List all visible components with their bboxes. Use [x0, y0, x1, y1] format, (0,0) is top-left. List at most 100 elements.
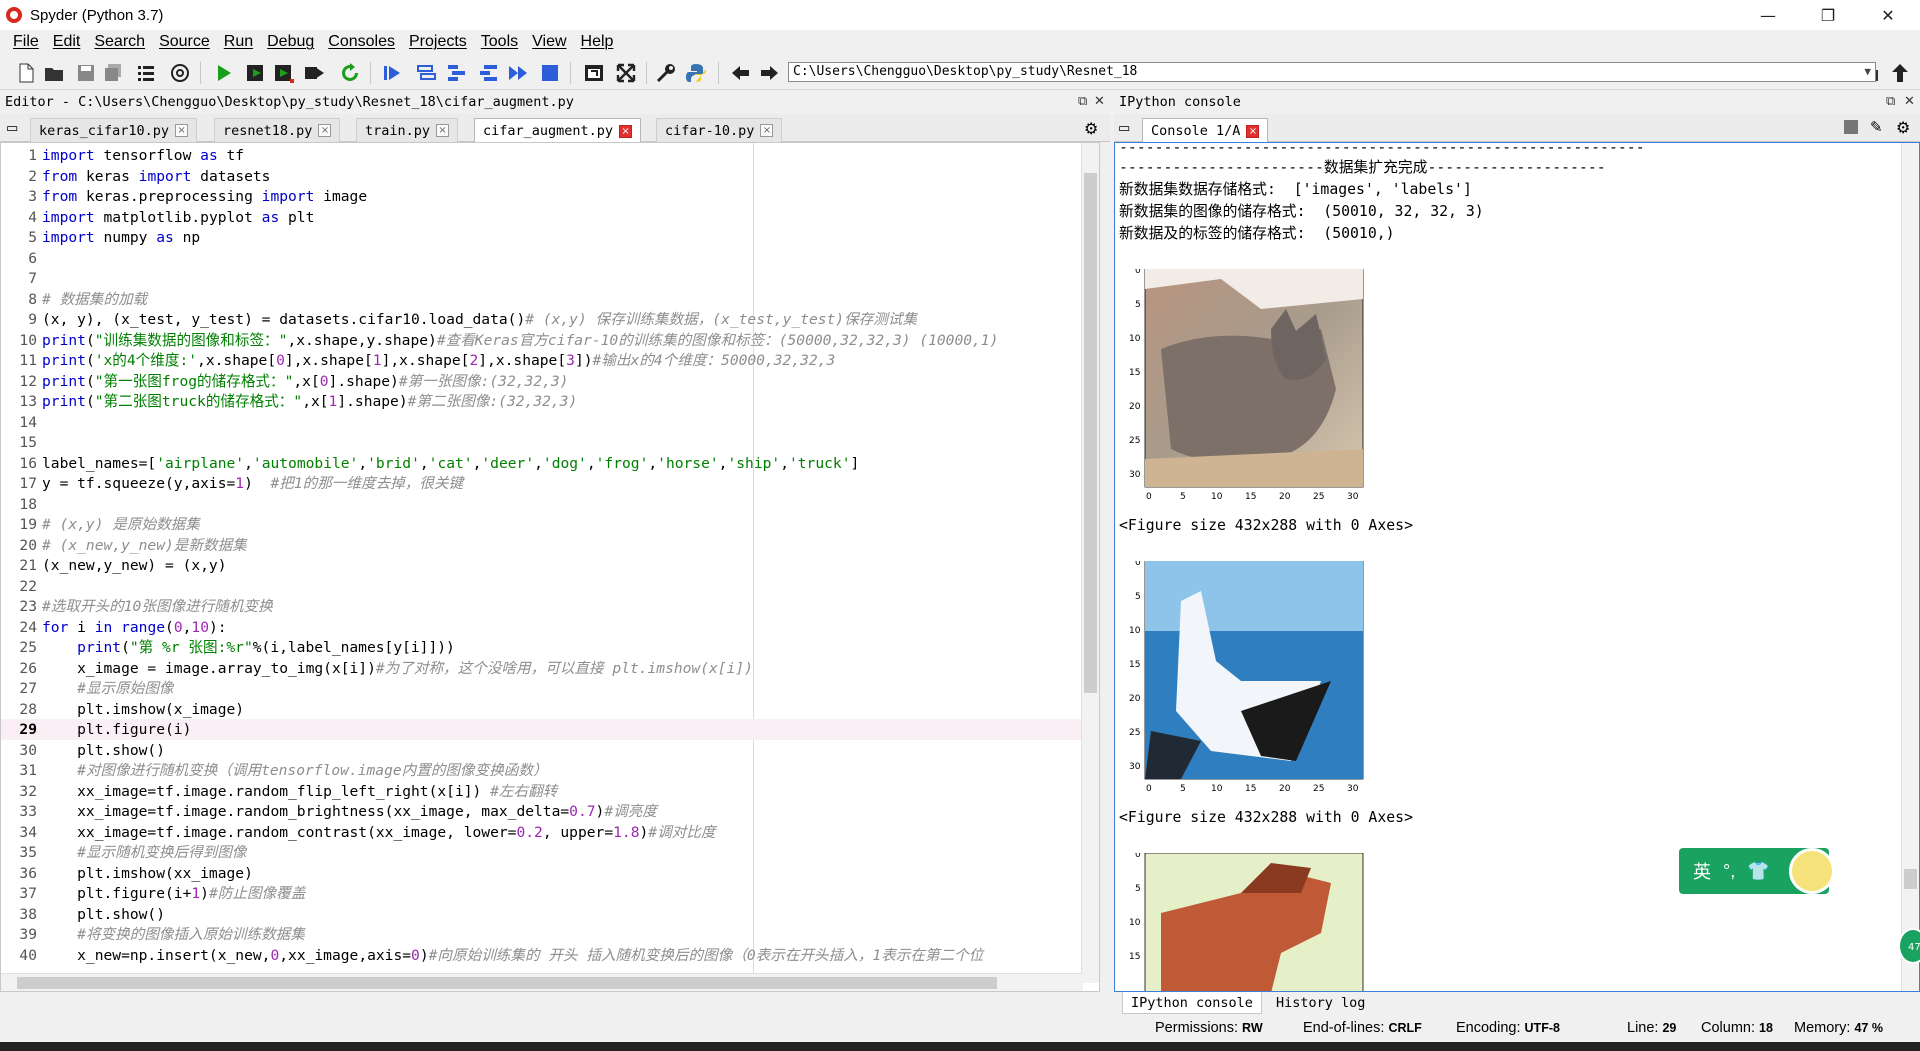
menu-tools[interactable]: Tools [474, 33, 525, 51]
working-directory-input[interactable]: C:\Users\Chengguo\Desktop\py_study\Resne… [788, 62, 1876, 82]
close-icon[interactable]: × [760, 124, 774, 137]
close-icon[interactable]: × [318, 124, 332, 137]
close-button[interactable]: ✕ [1860, 0, 1916, 30]
side-badge[interactable]: 47 [1898, 928, 1920, 964]
code-line[interactable]: 37 plt.figure(i+1)#防止图像覆盖 [1, 883, 1091, 904]
code-line[interactable]: 36 plt.imshow(xx_image) [1, 863, 1091, 884]
open-folder-icon[interactable] [42, 61, 66, 85]
menu-projects[interactable]: Projects [402, 33, 474, 51]
tab-cifar-augment[interactable]: cifar_augment.py × [474, 118, 642, 143]
clear-console-icon[interactable]: ✎ [1870, 118, 1883, 136]
menu-edit[interactable]: Edit [46, 33, 88, 51]
gear-icon[interactable]: ⚙ [1896, 118, 1910, 137]
tab-train[interactable]: train.py × [356, 118, 459, 142]
parent-dir-icon[interactable] [1888, 61, 1912, 85]
run-cell-icon[interactable] [244, 61, 268, 85]
menu-view[interactable]: View [525, 33, 573, 51]
ime-punctuation[interactable]: °, [1723, 861, 1735, 882]
python-path-icon[interactable] [684, 61, 708, 85]
step-icon[interactable] [414, 61, 438, 85]
code-line[interactable]: 14 [1, 412, 1091, 433]
forward-icon[interactable] [758, 61, 782, 85]
run-selection-icon[interactable] [302, 61, 326, 85]
close-pane-icon[interactable]: ✕ [1904, 92, 1915, 112]
code-line[interactable]: 26 x_image = image.array_to_img(x[i])#为了… [1, 658, 1091, 679]
at-sign-icon[interactable] [168, 61, 192, 85]
rerun-icon[interactable] [338, 61, 362, 85]
code-editor[interactable]: 1 import tensorflow as tf 2 from keras impo… [0, 142, 1100, 992]
code-line[interactable]: 8 # 数据集的加载 [1, 289, 1091, 310]
fullscreen-icon[interactable] [614, 61, 638, 85]
code-line[interactable]: 3 from keras.preprocessing import image [1, 186, 1091, 207]
code-line[interactable]: 24 for i in range(0,10): [1, 617, 1091, 638]
code-line[interactable]: 5 import numpy as np [1, 227, 1091, 248]
close-pane-icon[interactable]: ✕ [1094, 92, 1105, 112]
tab-keras-cifar10[interactable]: keras_cifar10.py × [30, 118, 198, 142]
code-line[interactable]: 35 #显示随机变换后得到图像 [1, 842, 1091, 863]
code-line[interactable]: 25 print("第 %r 张图:%r"%(i,label_names[y[i… [1, 637, 1091, 658]
shirt-icon[interactable]: 👕 [1747, 861, 1769, 882]
maximize-pane-icon[interactable] [582, 61, 606, 85]
code-line[interactable]: 38 plt.show() [1, 904, 1091, 925]
stop-kernel-icon[interactable] [1844, 120, 1858, 134]
browse-tabs-folder-icon[interactable]: ▭ [6, 121, 18, 136]
menu-source[interactable]: Source [152, 33, 217, 51]
code-line[interactable]: 33 xx_image=tf.image.random_brightness(x… [1, 801, 1091, 822]
code-line[interactable]: 20 # (x_new,y_new)是新数据集 [1, 535, 1091, 556]
tab-cifar-10[interactable]: cifar-10.py × [656, 118, 783, 142]
editor-vertical-scrollbar[interactable] [1081, 143, 1099, 983]
console-vertical-scrollbar[interactable] [1901, 143, 1919, 991]
gear-icon[interactable]: ⚙ [1084, 119, 1098, 138]
menu-run[interactable]: Run [217, 33, 260, 51]
code-line[interactable]: 31 #对图像进行随机变换（调用tensorflow.image内置的图像变换函… [1, 760, 1091, 781]
code-line[interactable]: 12 print("第一张图frog的储存格式：",x[0].shape)#第一张… [1, 371, 1091, 392]
code-line[interactable]: 9 (x, y), (x_test, y_test) = datasets.cif… [1, 309, 1091, 330]
code-line[interactable]: 6 [1, 248, 1091, 269]
code-line[interactable]: 29 plt.figure(i) [1, 719, 1091, 740]
code-line[interactable]: 32 xx_image=tf.image.random_flip_left_ri… [1, 781, 1091, 802]
code-line[interactable]: 40 x_new=np.insert(x_new,0,xx_image,axis… [1, 945, 1091, 966]
ime-toolbar[interactable]: 英 °, 👕 [1679, 848, 1835, 894]
menu-search[interactable]: Search [87, 33, 152, 51]
preferences-icon[interactable] [654, 61, 678, 85]
menu-debug[interactable]: Debug [260, 33, 321, 51]
code-line[interactable]: 28 plt.imshow(x_image) [1, 699, 1091, 720]
code-line[interactable]: 13 print("第二张图truck的储存格式：",x[1].shape)#第二… [1, 391, 1091, 412]
menu-file[interactable]: File [6, 33, 46, 51]
code-line[interactable]: 23 #选取开头的10张图像进行随机变换 [1, 596, 1091, 617]
back-icon[interactable] [728, 61, 752, 85]
close-icon[interactable]: × [1246, 124, 1260, 138]
code-line[interactable]: 22 [1, 576, 1091, 597]
browse-tabs-icon[interactable] [134, 61, 158, 85]
code-line[interactable]: 34 xx_image=tf.image.random_contrast(xx_… [1, 822, 1091, 843]
undock-icon[interactable]: ⧉ [1886, 92, 1895, 112]
menu-help[interactable]: Help [574, 33, 621, 51]
continue-icon[interactable] [506, 61, 530, 85]
ime-language[interactable]: 英 [1693, 858, 1711, 884]
undock-icon[interactable]: ⧉ [1078, 92, 1087, 112]
step-into-icon[interactable] [444, 61, 468, 85]
code-line[interactable]: 27 #显示原始图像 [1, 678, 1091, 699]
run-cell-advance-icon[interactable] [272, 61, 296, 85]
chevron-down-icon[interactable]: ▼ [1864, 63, 1871, 81]
new-file-icon[interactable] [14, 61, 38, 85]
minimize-button[interactable]: — [1740, 0, 1796, 30]
editor-horizontal-scrollbar[interactable] [1, 973, 1083, 991]
code-line[interactable]: 15 [1, 432, 1091, 453]
code-line[interactable]: 30 plt.show() [1, 740, 1091, 761]
maximize-button[interactable]: ❐ [1800, 0, 1856, 30]
ime-avatar[interactable] [1789, 848, 1835, 894]
tab-resnet18[interactable]: resnet18.py × [214, 118, 341, 142]
close-icon[interactable]: × [175, 124, 189, 137]
code-line[interactable]: 1 import tensorflow as tf [1, 145, 1091, 166]
code-line[interactable]: 7 [1, 268, 1091, 289]
stop-icon[interactable] [538, 61, 562, 85]
code-line[interactable]: 21 (x_new,y_new) = (x,y) [1, 555, 1091, 576]
code-line[interactable]: 17 y = tf.squeeze(y,axis=1) #把1的那一维度去掉，很关… [1, 473, 1091, 494]
tab-console-1a[interactable]: Console 1/A × [1142, 118, 1269, 143]
code-line[interactable]: 2 from keras import datasets [1, 166, 1091, 187]
code-line[interactable]: 4 import matplotlib.pyplot as plt [1, 207, 1091, 228]
save-icon[interactable] [74, 61, 98, 85]
code-line[interactable]: 11 print('x的4个维度:',x.shape[0],x.shape[1],… [1, 350, 1091, 371]
code-line[interactable]: 10 print("训练集数据的图像和标签：",x.shape,y.shape)#… [1, 330, 1091, 351]
